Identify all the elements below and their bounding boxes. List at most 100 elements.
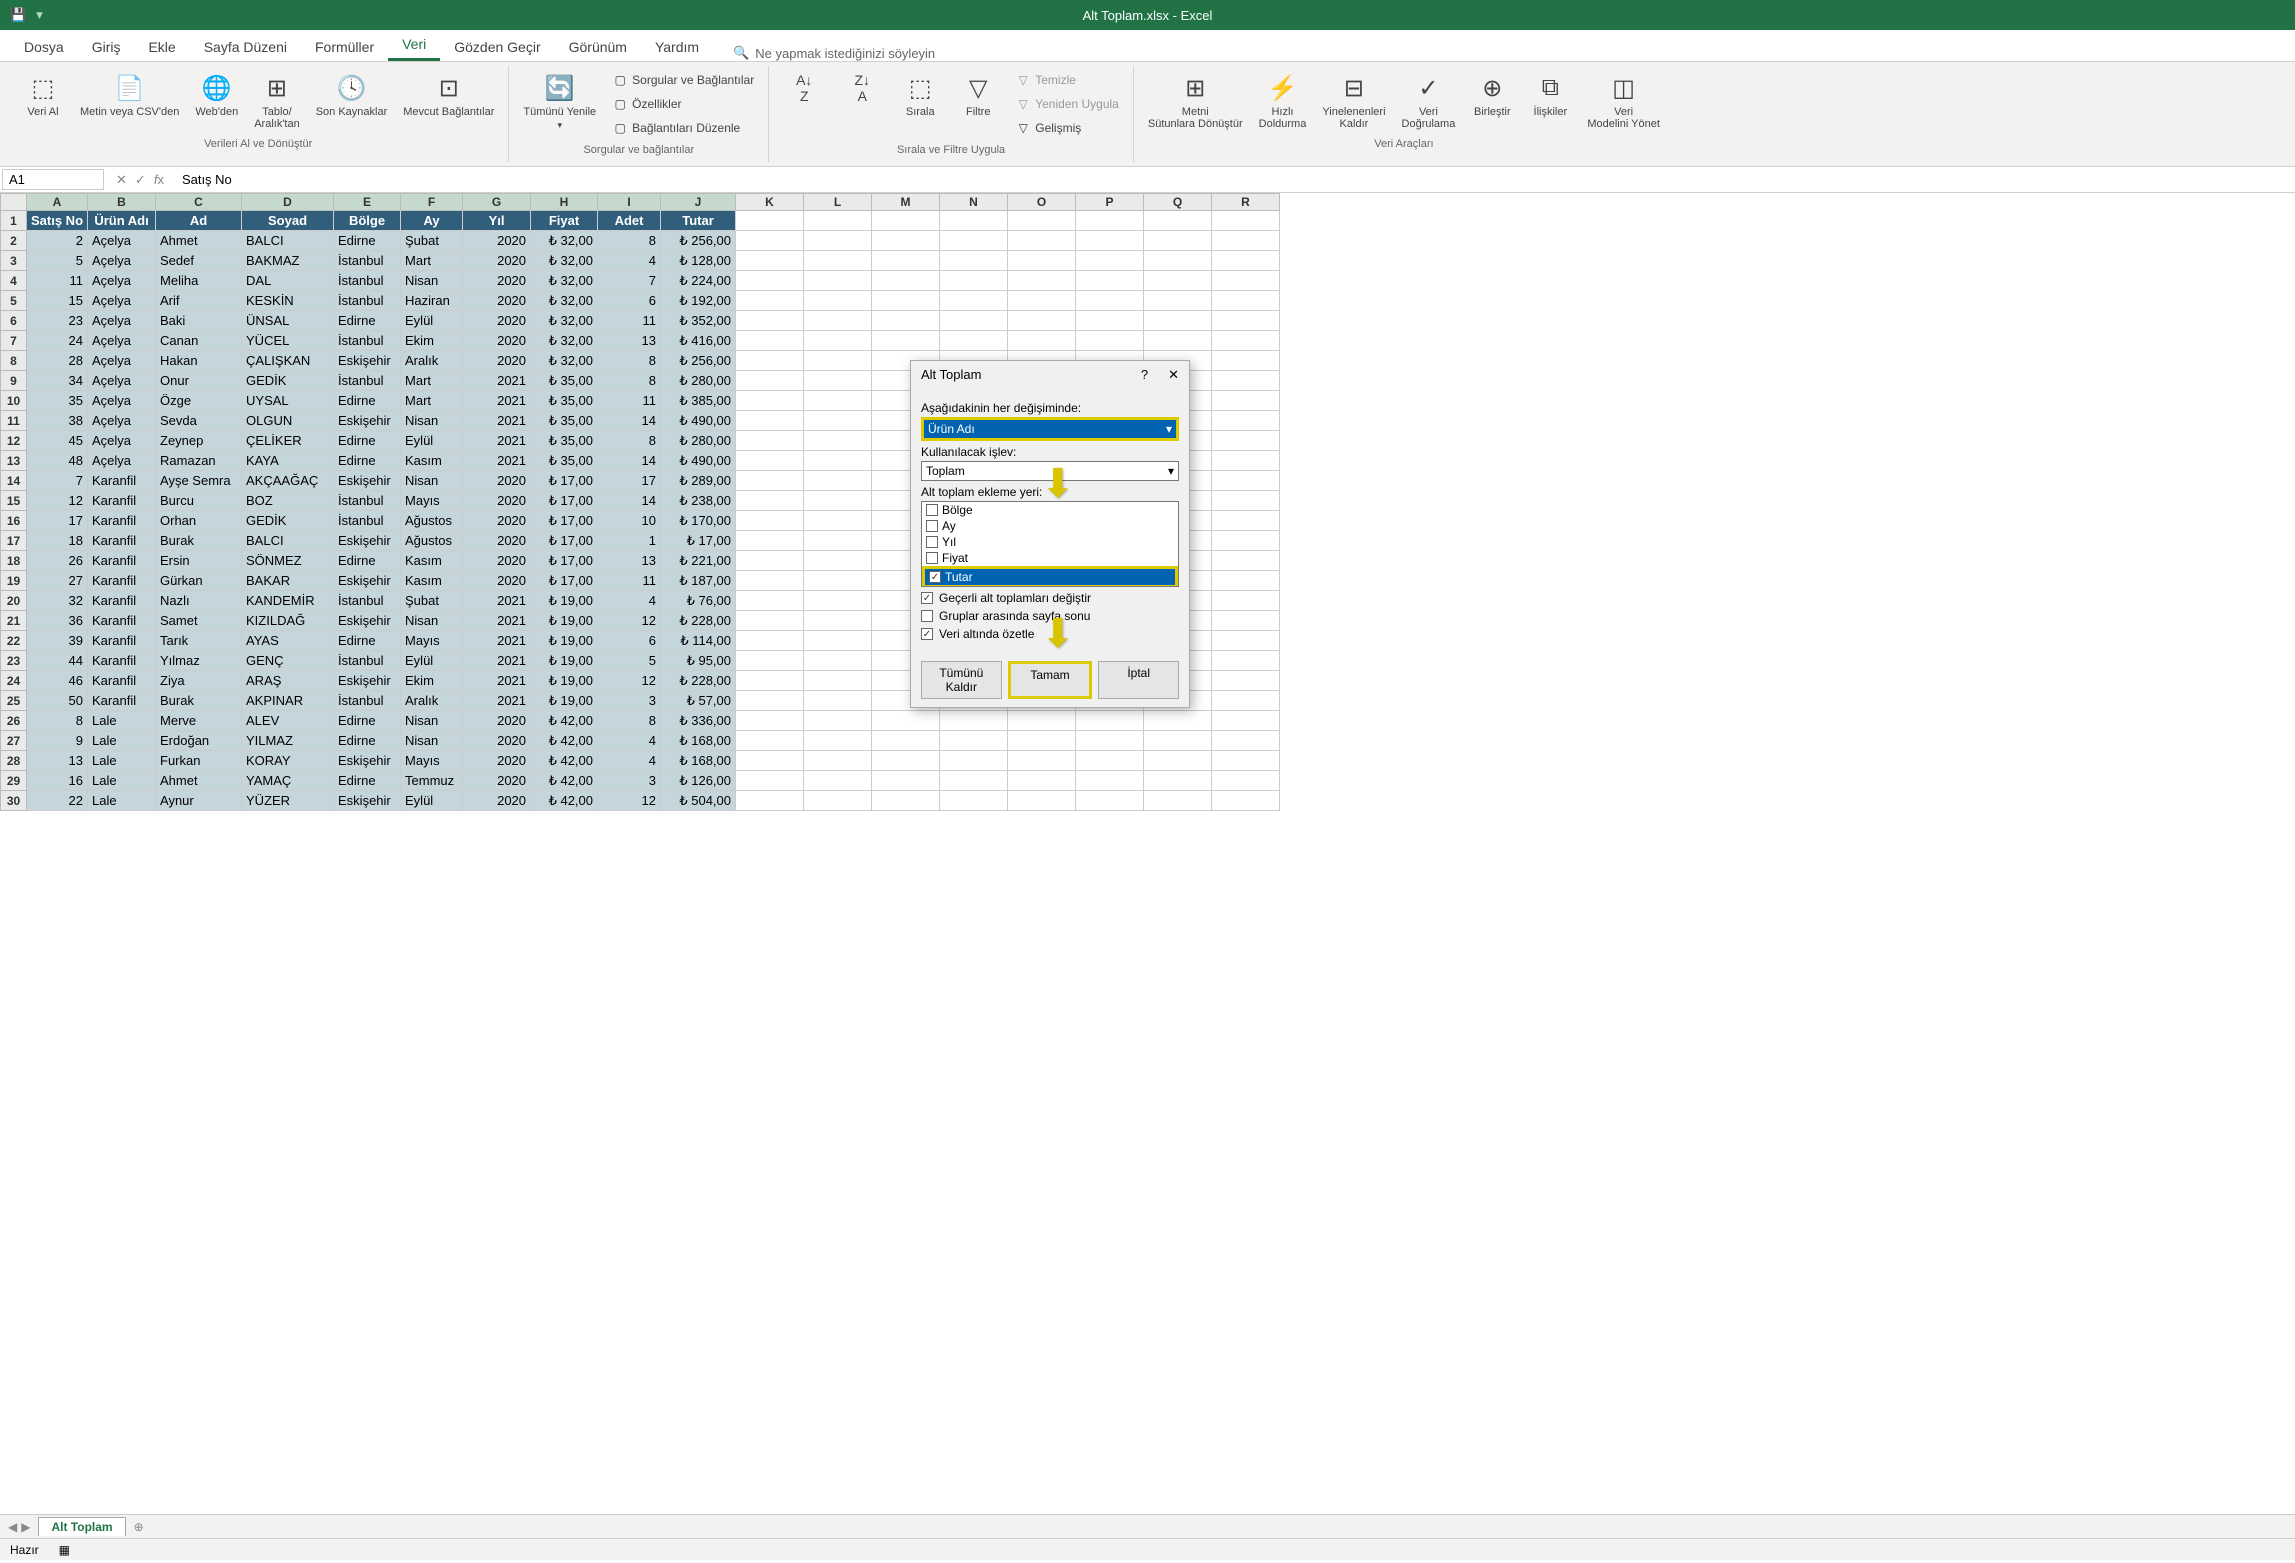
cell[interactable] [804, 271, 872, 291]
cell[interactable]: ₺ 17,00 [661, 531, 736, 551]
row-header[interactable]: 17 [1, 531, 27, 551]
cell[interactable]: 12 [598, 671, 661, 691]
cell[interactable] [736, 391, 804, 411]
cell[interactable] [804, 491, 872, 511]
cell[interactable]: Sevda [156, 411, 242, 431]
cell[interactable] [940, 771, 1008, 791]
cell[interactable]: 7 [598, 271, 661, 291]
cell[interactable]: ARAŞ [242, 671, 334, 691]
cell[interactable]: Karanfil [88, 531, 156, 551]
ribbon-btn[interactable]: ▽Gelişmiş [1011, 118, 1123, 138]
cell[interactable]: Lale [88, 791, 156, 811]
cell[interactable]: Ekim [401, 331, 463, 351]
table-header[interactable]: Ay [401, 211, 463, 231]
cell[interactable]: Eskişehir [334, 571, 401, 591]
cell[interactable] [1212, 271, 1280, 291]
cell[interactable] [804, 751, 872, 771]
subtotal-field-item[interactable]: Ay [922, 518, 1178, 534]
cell[interactable]: ₺ 280,00 [661, 431, 736, 451]
col-header[interactable]: L [804, 194, 872, 211]
cell[interactable]: Eylül [401, 311, 463, 331]
cell[interactable] [940, 791, 1008, 811]
cell[interactable]: Karanfil [88, 551, 156, 571]
cell[interactable]: Ersin [156, 551, 242, 571]
col-header[interactable]: O [1008, 194, 1076, 211]
cell[interactable]: ₺ 42,00 [531, 771, 598, 791]
row-header[interactable]: 5 [1, 291, 27, 311]
cell[interactable]: Şubat [401, 591, 463, 611]
cell[interactable]: Eskişehir [334, 791, 401, 811]
cell[interactable] [1076, 771, 1144, 791]
cell[interactable]: ₺ 280,00 [661, 371, 736, 391]
cell[interactable]: Gürkan [156, 571, 242, 591]
new-sheet-button[interactable]: ⊕ [126, 1520, 152, 1534]
row-header[interactable]: 29 [1, 771, 27, 791]
cell[interactable] [1212, 451, 1280, 471]
cell[interactable]: Açelya [88, 451, 156, 471]
col-header[interactable]: J [661, 194, 736, 211]
row-header[interactable]: 14 [1, 471, 27, 491]
cell[interactable] [1076, 731, 1144, 751]
table-header[interactable]: Adet [598, 211, 661, 231]
cell[interactable]: Açelya [88, 251, 156, 271]
cell[interactable] [804, 291, 872, 311]
cell[interactable]: 2020 [463, 751, 531, 771]
cell[interactable] [1144, 271, 1212, 291]
ribbon-btn[interactable]: ▢Özellikler [608, 94, 758, 114]
cell[interactable] [1212, 791, 1280, 811]
cell[interactable] [736, 291, 804, 311]
table-header[interactable]: Yıl [463, 211, 531, 231]
cell[interactable]: 14 [598, 411, 661, 431]
cell[interactable]: Karanfil [88, 631, 156, 651]
row-header[interactable]: 12 [1, 431, 27, 451]
cell[interactable] [1076, 251, 1144, 271]
cell[interactable]: ₺ 168,00 [661, 751, 736, 771]
cell[interactable]: 14 [598, 491, 661, 511]
cell[interactable]: ₺ 228,00 [661, 611, 736, 631]
cell[interactable] [804, 651, 872, 671]
cell[interactable]: 2021 [463, 391, 531, 411]
col-header[interactable]: Q [1144, 194, 1212, 211]
cell[interactable]: Samet [156, 611, 242, 631]
cell[interactable] [804, 351, 872, 371]
cell[interactable] [804, 631, 872, 651]
filter-button[interactable]: ▽Filtre [953, 70, 1003, 120]
cell[interactable]: Burcu [156, 491, 242, 511]
cell[interactable] [872, 771, 940, 791]
cell[interactable] [1076, 231, 1144, 251]
cell[interactable]: ₺ 32,00 [531, 311, 598, 331]
cell[interactable]: Mayıs [401, 751, 463, 771]
cell[interactable]: ₺ 490,00 [661, 451, 736, 471]
cell[interactable]: Nazlı [156, 591, 242, 611]
cell[interactable]: Nisan [401, 471, 463, 491]
cell[interactable] [872, 711, 940, 731]
cell[interactable]: GEDİK [242, 371, 334, 391]
row-header[interactable]: 8 [1, 351, 27, 371]
add-subtotal-list[interactable]: BölgeAyYılFiyat✓Tutar [921, 501, 1179, 587]
cell[interactable]: 8 [598, 431, 661, 451]
cell[interactable]: Açelya [88, 331, 156, 351]
cell[interactable]: Kasım [401, 571, 463, 591]
cell[interactable]: Tarık [156, 631, 242, 651]
row-header[interactable]: 26 [1, 711, 27, 731]
ribbon-btn[interactable]: ⧉İlişkiler [1525, 70, 1575, 120]
cell[interactable] [1076, 751, 1144, 771]
ribbon-tab-yardım[interactable]: Yardım [641, 33, 713, 61]
cell[interactable]: ₺ 19,00 [531, 591, 598, 611]
cell[interactable] [736, 691, 804, 711]
cell[interactable] [1212, 351, 1280, 371]
cell[interactable]: 45 [27, 431, 88, 451]
cell[interactable]: 12 [598, 791, 661, 811]
cell[interactable]: YÜZER [242, 791, 334, 811]
row-header[interactable]: 16 [1, 511, 27, 531]
cell[interactable]: İstanbul [334, 291, 401, 311]
sort-button[interactable]: ⬚Sırala [895, 70, 945, 120]
row-header[interactable]: 15 [1, 491, 27, 511]
cell[interactable]: 35 [27, 391, 88, 411]
cell[interactable]: KORAY [242, 751, 334, 771]
cell[interactable]: Açelya [88, 231, 156, 251]
cell[interactable]: ₺ 32,00 [531, 331, 598, 351]
col-header[interactable]: I [598, 194, 661, 211]
row-header[interactable]: 19 [1, 571, 27, 591]
col-header[interactable]: M [872, 194, 940, 211]
